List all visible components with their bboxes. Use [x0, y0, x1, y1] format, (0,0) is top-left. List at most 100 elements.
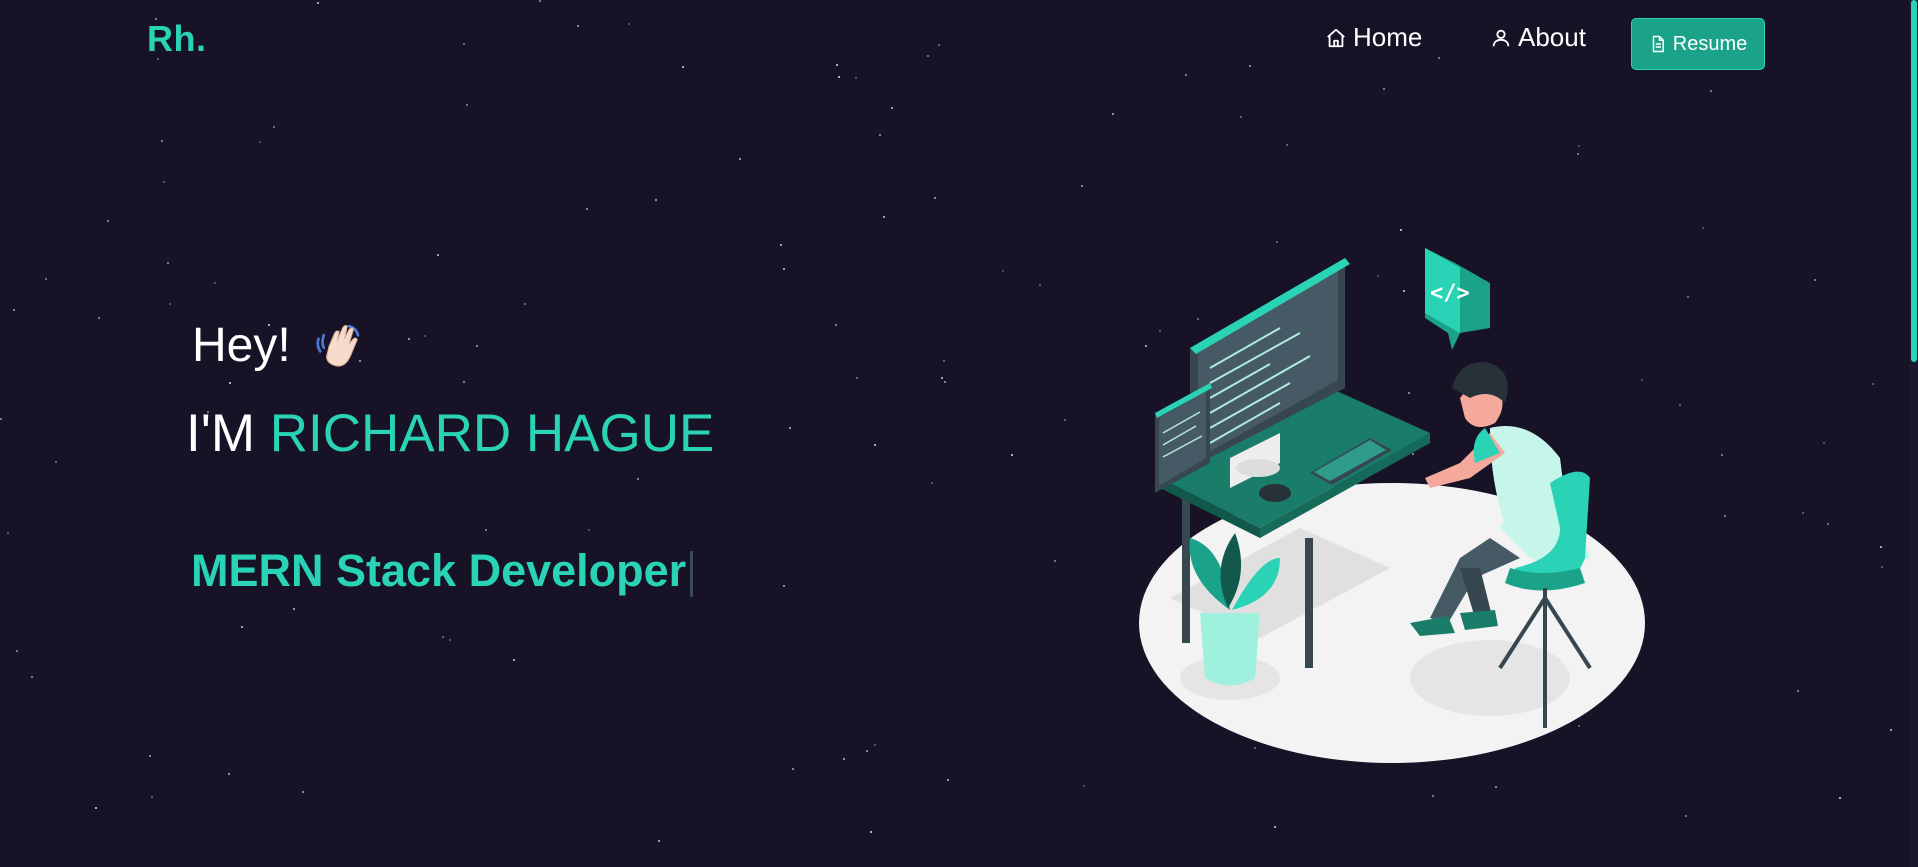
star-dot: [31, 676, 33, 678]
star-dot: [259, 141, 261, 143]
star-dot: [13, 309, 15, 311]
star-dot: [107, 220, 109, 222]
home-icon: [1327, 28, 1345, 47]
star-dot: [637, 478, 639, 480]
resume-label: Resume: [1672, 32, 1748, 55]
star-dot: [1881, 566, 1883, 568]
star-dot: [163, 181, 165, 183]
star-dot: [870, 831, 872, 833]
star-dot: [442, 636, 444, 638]
star-dot: [1685, 815, 1687, 817]
nav-about-link[interactable]: About: [1490, 22, 1586, 53]
star-dot: [1827, 523, 1829, 525]
star-dot: [943, 360, 945, 362]
star-dot: [780, 244, 782, 246]
star-dot: [866, 750, 868, 752]
star-dot: [944, 381, 946, 383]
star-dot: [947, 779, 949, 781]
star-dot: [229, 382, 231, 384]
scrollbar-thumb[interactable]: [1911, 0, 1917, 362]
star-dot: [789, 427, 791, 429]
nav-home-label: Home: [1353, 22, 1423, 52]
star-dot: [1802, 512, 1804, 514]
star-dot: [658, 840, 660, 842]
star-dot: [891, 107, 893, 109]
star-dot: [1286, 144, 1288, 146]
star-dot: [0, 418, 2, 420]
star-dot: [466, 104, 468, 106]
star-dot: [1083, 785, 1085, 787]
role-typewriter: MERN Stack Developer: [191, 545, 694, 598]
star-dot: [273, 126, 275, 128]
star-dot: [1880, 546, 1882, 548]
star-dot: [214, 282, 216, 284]
site-logo[interactable]: Rh.: [147, 18, 207, 60]
star-dot: [1495, 786, 1497, 788]
star-dot: [931, 482, 933, 484]
star-dot: [424, 335, 426, 337]
star-dot: [302, 791, 304, 793]
star-dot: [941, 377, 943, 379]
star-dot: [463, 381, 465, 383]
star-dot: [856, 377, 858, 379]
star-dot: [1890, 729, 1892, 731]
developer-name: RICHARD HAGUE: [269, 404, 715, 463]
star-dot: [1383, 88, 1385, 90]
star-dot: [524, 303, 526, 305]
star-dot: [1011, 454, 1013, 456]
star-dot: [1823, 442, 1825, 444]
star-dot: [586, 208, 588, 210]
star-dot: [835, 324, 837, 326]
greeting: Hey!: [192, 318, 367, 373]
star-dot: [1724, 515, 1726, 517]
star-dot: [588, 529, 590, 531]
intro-prefix: I'M: [186, 404, 270, 463]
star-dot: [151, 796, 153, 798]
star-dot: [167, 262, 169, 264]
star-dot: [783, 585, 785, 587]
star-dot: [95, 807, 97, 809]
star-dot: [1710, 90, 1712, 92]
star-dot: [408, 338, 410, 340]
star-dot: [16, 650, 18, 652]
star-dot: [149, 755, 151, 757]
star-dot: [843, 758, 845, 760]
navbar: Rh. Home About Resume: [0, 0, 1918, 84]
star-dot: [1679, 404, 1681, 406]
star-dot: [1814, 279, 1816, 281]
star-dot: [1702, 227, 1704, 229]
star-dot: [1578, 145, 1580, 147]
star-dot: [1797, 690, 1799, 692]
greeting-text: Hey!: [192, 319, 291, 372]
star-dot: [1274, 826, 1276, 828]
star-dot: [449, 639, 451, 641]
star-dot: [874, 444, 876, 446]
developer-illustration: </>: [1139, 248, 1645, 763]
resume-button[interactable]: Resume: [1631, 18, 1765, 70]
intro-heading: I'M RICHARD HAGUE: [186, 403, 714, 464]
star-dot: [241, 626, 243, 628]
star-dot: [739, 158, 741, 160]
star-dot: [7, 532, 9, 534]
star-dot: [879, 134, 881, 136]
star-dot: [883, 216, 885, 218]
star-dot: [1400, 229, 1402, 231]
star-dot: [437, 254, 439, 256]
star-dot: [228, 773, 230, 775]
star-dot: [1687, 296, 1689, 298]
star-dot: [161, 140, 163, 142]
nav-home-link[interactable]: Home: [1325, 22, 1422, 53]
star-dot: [1721, 454, 1723, 456]
star-dot: [792, 768, 794, 770]
role-text: MERN Stack Developer: [191, 545, 687, 596]
star-dot: [1039, 284, 1041, 286]
star-dot: [1839, 797, 1841, 799]
star-dot: [485, 529, 487, 531]
star-dot: [513, 659, 515, 661]
star-dot: [476, 345, 478, 347]
nav-about-label: About: [1518, 22, 1586, 52]
star-dot: [45, 278, 47, 280]
star-dot: [655, 199, 657, 201]
star-dot: [1002, 270, 1004, 272]
svg-text:</>: </>: [1430, 281, 1470, 306]
